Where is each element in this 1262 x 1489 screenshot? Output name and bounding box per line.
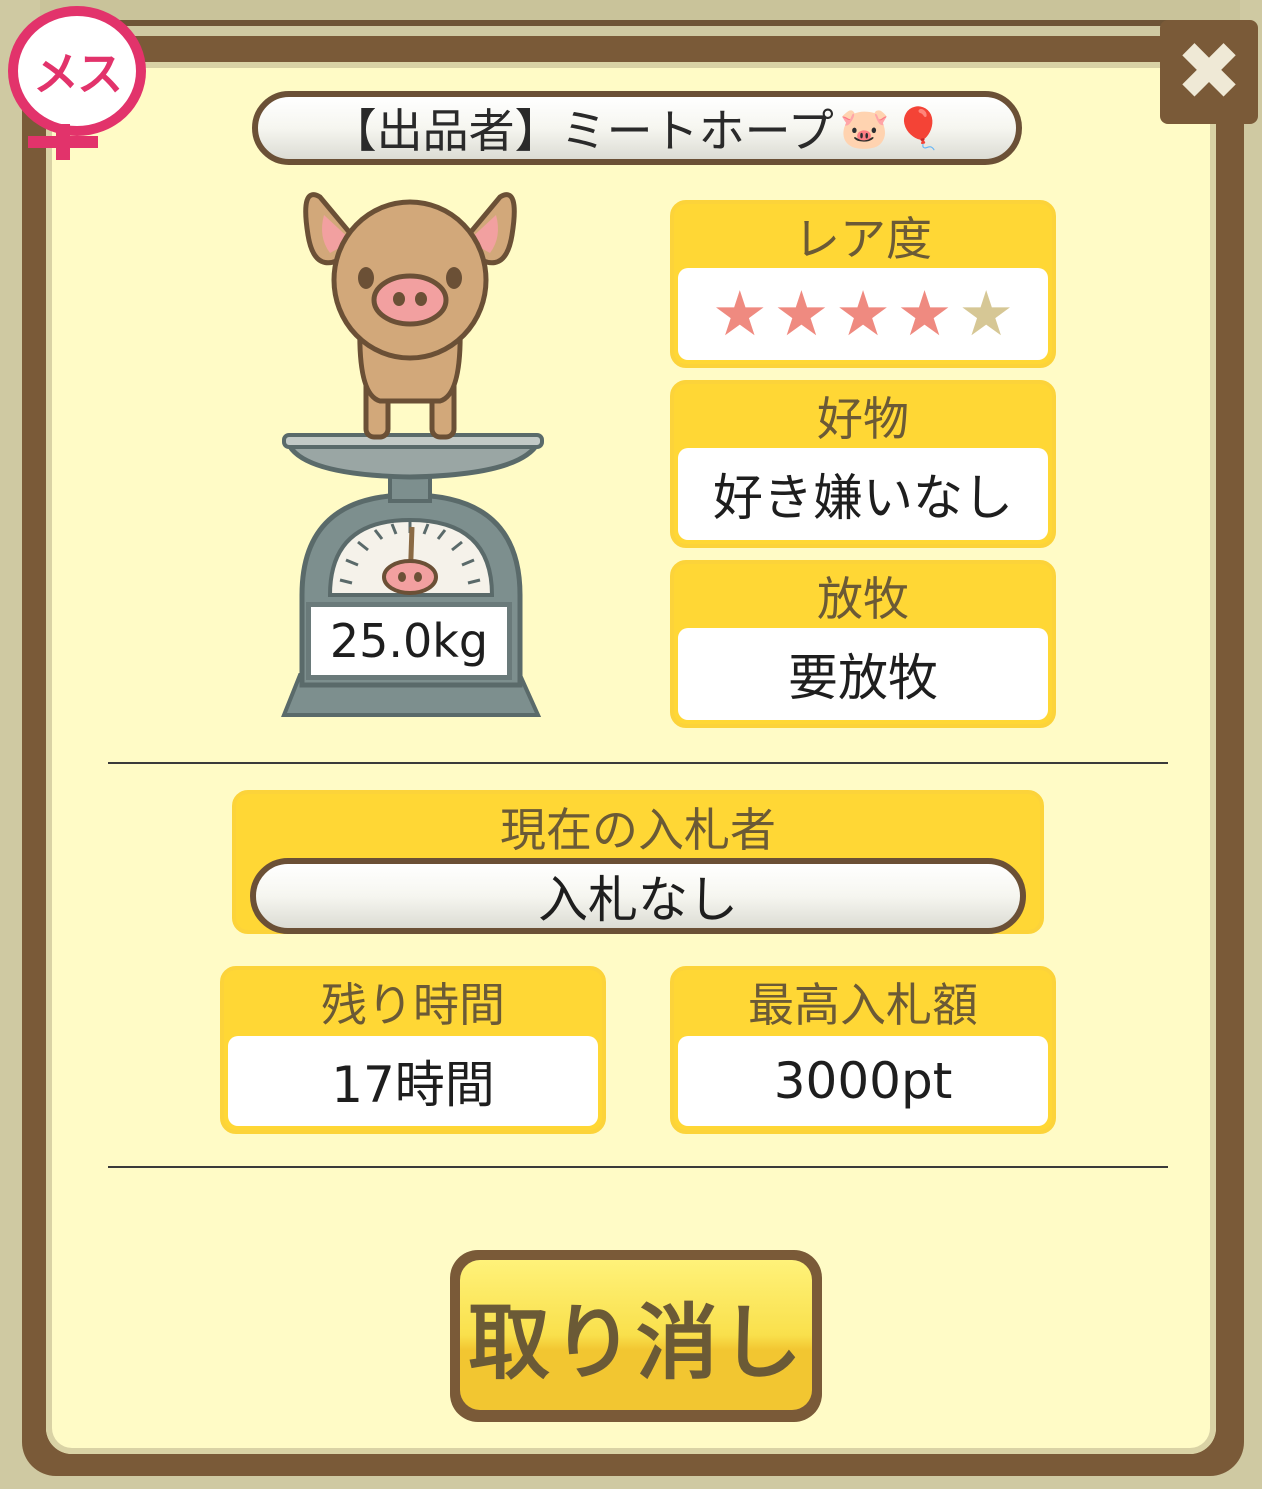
balloon-icon: 🎈 (893, 105, 944, 152)
sex-label: メス (33, 47, 123, 101)
favorite-food-label: 好物 (817, 392, 909, 446)
current-bidder-value: 入札なし (250, 858, 1026, 934)
star-filled-icon: ★ (835, 277, 891, 350)
seller-name: 【出品者】ミートホープ (330, 104, 834, 158)
favorite-food-value: 好き嫌いなし (678, 448, 1048, 540)
remaining-time-card: 残り時間 17時間 (220, 966, 606, 1134)
cancel-button[interactable]: 取り消し (450, 1250, 822, 1422)
highest-bid-card: 最高入札額 3000pt (670, 966, 1056, 1134)
favorite-food-card: 好物 好き嫌いなし (670, 380, 1056, 548)
divider-bottom (108, 1166, 1168, 1168)
top-strip (40, 0, 1240, 26)
grazing-card: 放牧 要放牧 (670, 560, 1056, 728)
female-symbol-bar (28, 136, 98, 148)
divider-top (108, 762, 1168, 764)
remaining-time-label: 残り時間 (321, 978, 505, 1032)
grazing-value: 要放牧 (678, 628, 1048, 720)
weight-display: 25.0kg (306, 602, 512, 680)
star-empty-icon: ★ (958, 277, 1014, 350)
rarity-label: レア度 (794, 212, 932, 266)
female-icon: メス (8, 6, 146, 136)
pig-face-icon: 🐷 (839, 105, 890, 152)
close-button[interactable]: ✖ (1160, 20, 1258, 124)
rarity-value: ★ ★ ★ ★ ★ (678, 268, 1048, 360)
remaining-time-value: 17時間 (228, 1036, 598, 1126)
star-filled-icon: ★ (712, 277, 768, 350)
female-badge: メス (0, 0, 150, 170)
star-filled-icon: ★ (896, 277, 953, 350)
seller-name-pill: 【出品者】ミートホープ 🐷 🎈 (252, 91, 1022, 165)
rarity-card: レア度 ★ ★ ★ ★ ★ (670, 200, 1056, 368)
close-icon: ✖ (1175, 25, 1243, 118)
grazing-label: 放牧 (817, 572, 909, 626)
cancel-button-label: 取り消し (460, 1260, 812, 1410)
highest-bid-label: 最高入札額 (748, 978, 978, 1032)
rarity-stars: ★ ★ ★ ★ ★ (712, 283, 1014, 345)
current-bidder-label: 現在の入札者 (500, 803, 776, 857)
highest-bid-value: 3000pt (678, 1036, 1048, 1126)
star-filled-icon: ★ (773, 277, 830, 350)
